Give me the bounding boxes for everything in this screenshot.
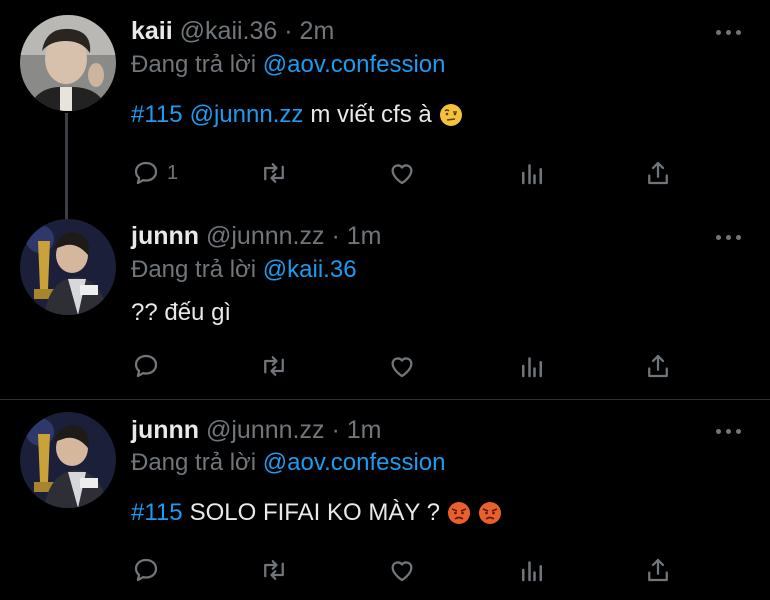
- tweet-text: ?? đếu gì: [131, 299, 238, 327]
- tweet-3[interactable]: junnn @junnn.zz · 1m Đang trả lời @aov.c…: [0, 400, 770, 600]
- retweet-button[interactable]: [259, 158, 289, 188]
- reply-button[interactable]: [131, 351, 167, 381]
- share-icon: [648, 558, 668, 582]
- avatar-junnn[interactable]: [20, 219, 116, 315]
- more-icon[interactable]: [716, 426, 744, 436]
- handle[interactable]: @kaii.36: [180, 17, 278, 45]
- reply-button[interactable]: [131, 555, 167, 585]
- share-icon: [648, 161, 668, 185]
- share-button[interactable]: [643, 555, 673, 585]
- tweet-actions: [131, 351, 691, 381]
- replying-to: Đang trả lời @aov.confession: [131, 51, 445, 79]
- tweet-actions: 1: [131, 158, 691, 188]
- reply-prefix: Đang trả lời: [131, 449, 257, 476]
- tweet-header: kaii @kaii.36 · 2m: [131, 17, 334, 46]
- tweet-body: ?? đếu gì: [131, 299, 232, 326]
- handle[interactable]: @junnn.zz: [206, 222, 325, 250]
- display-name[interactable]: junnn: [131, 416, 199, 444]
- angry-face-emoji: [447, 502, 470, 524]
- more-icon[interactable]: [716, 27, 744, 37]
- reply-to-link[interactable]: @kaii.36: [263, 256, 357, 283]
- more-icon[interactable]: [716, 232, 744, 242]
- share-icon: [648, 354, 668, 378]
- tweet-header: junnn @junnn.zz · 1m: [131, 222, 381, 251]
- tweet-body: SOLO FIFAI KO MÀY ?: [189, 499, 440, 526]
- analytics-icon: [522, 164, 542, 185]
- tweet-1[interactable]: kaii @kaii.36 · 2m Đang trả lời @aov.con…: [0, 0, 770, 220]
- like-button[interactable]: [387, 555, 417, 585]
- angry-face-emoji: [478, 502, 501, 524]
- replying-to: Đang trả lời @aov.confession: [131, 449, 445, 477]
- like-button[interactable]: [387, 351, 417, 381]
- share-button[interactable]: [643, 158, 673, 188]
- tweet-actions: [131, 555, 691, 585]
- retweet-button[interactable]: [259, 351, 289, 381]
- replying-to: Đang trả lời @kaii.36: [131, 256, 357, 284]
- display-name[interactable]: kaii: [131, 17, 173, 45]
- avatar-junnn[interactable]: [20, 412, 116, 508]
- reply-to-link[interactable]: @aov.confession: [263, 449, 446, 476]
- retweet-icon: [264, 356, 284, 376]
- analytics-button[interactable]: [517, 555, 547, 585]
- raised-eyebrow-emoji: [439, 104, 462, 126]
- reply-count: 1: [167, 161, 179, 184]
- reply-icon: [134, 558, 158, 582]
- like-button[interactable]: [387, 158, 417, 188]
- thread-line: [65, 113, 68, 220]
- reply-button[interactable]: 1: [131, 158, 178, 188]
- reply-icon: [134, 354, 158, 378]
- tweet-text: #115 SOLO FIFAI KO MÀY ?: [131, 499, 509, 527]
- reply-prefix: Đang trả lời: [131, 51, 257, 78]
- retweet-icon: [264, 560, 284, 580]
- tweet-header: junnn @junnn.zz · 1m: [131, 416, 381, 445]
- analytics-icon: [522, 357, 542, 378]
- tweet-2[interactable]: junnn @junnn.zz · 1m Đang trả lời @kaii.…: [0, 210, 770, 400]
- retweet-icon: [264, 163, 284, 183]
- display-name[interactable]: junnn: [131, 222, 199, 250]
- retweet-button[interactable]: [259, 555, 289, 585]
- reply-prefix: Đang trả lời: [131, 256, 257, 283]
- tweet-text: #115 @junnn.zz m viết cfs à: [131, 101, 470, 129]
- timestamp[interactable]: · 1m: [331, 222, 381, 250]
- handle[interactable]: @junnn.zz: [206, 416, 325, 444]
- hashtag[interactable]: #115: [131, 499, 183, 527]
- analytics-button[interactable]: [517, 351, 547, 381]
- tweet-body: m viết cfs à: [310, 101, 432, 128]
- reply-to-link[interactable]: @aov.confession: [263, 51, 446, 78]
- like-icon: [391, 561, 413, 582]
- like-icon: [391, 164, 413, 185]
- mention[interactable]: @junnn.zz: [190, 101, 304, 129]
- share-button[interactable]: [643, 351, 673, 381]
- timestamp[interactable]: · 1m: [331, 416, 381, 444]
- timestamp[interactable]: · 2m: [284, 17, 334, 45]
- avatar-kaii[interactable]: [20, 15, 116, 111]
- analytics-icon: [522, 561, 542, 582]
- like-icon: [391, 357, 413, 378]
- reply-icon: [134, 161, 158, 185]
- analytics-button[interactable]: [517, 158, 547, 188]
- hashtag[interactable]: #115: [131, 101, 183, 129]
